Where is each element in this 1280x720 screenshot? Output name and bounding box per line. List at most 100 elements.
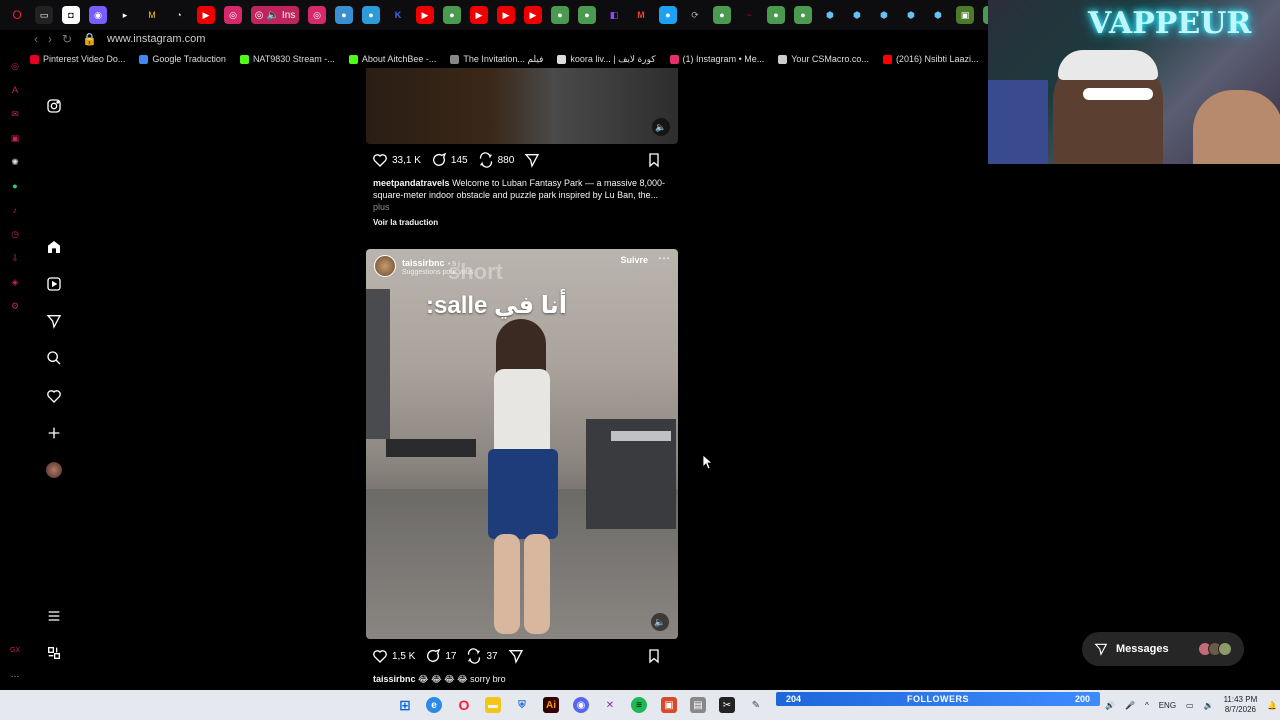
tab-google-2[interactable]: ● [551,6,569,24]
file-explorer-icon[interactable]: ▬ [485,697,501,713]
tab-youtube-3-icon[interactable]: ▶ [470,6,488,24]
tab-youtube-2-icon[interactable]: ▶ [416,6,434,24]
defender-icon[interactable]: ⛨ [514,697,530,713]
tab-steam-4-icon[interactable]: ⬢ [902,6,920,24]
music-icon[interactable]: ♪ [9,204,21,216]
mute-icon[interactable]: 🔈 [652,118,670,136]
spotify-icon[interactable]: ≡ [631,697,647,713]
tab-9[interactable]: ⟳ [686,6,704,24]
bookmark-item[interactable]: Your CSMacro.co... [778,54,869,64]
reload-icon[interactable]: ↻ [62,32,72,46]
url-field[interactable]: www.instagram.com [107,33,205,45]
tab-youtube-4-icon[interactable]: ▶ [497,6,515,24]
tab-google-4[interactable]: ● [713,6,731,24]
tab-steam-3-icon[interactable]: ⬢ [875,6,893,24]
opera-taskbar-icon[interactable]: O [456,697,472,713]
menu-icon[interactable] [38,604,70,628]
bookmark-item[interactable]: NAT9830 Stream -... [239,54,335,64]
send-icon[interactable] [38,309,70,333]
comment-button[interactable]: 145 [431,152,468,168]
more-side-icon[interactable]: … [9,668,21,680]
tab-4[interactable]: ▸ [116,6,134,24]
tab-instagram-active[interactable]: ◎ 🔈 Ins [251,6,299,24]
tab-youtube-5-icon[interactable]: ▶ [524,6,542,24]
tab-3[interactable]: ◉ [89,6,107,24]
tab-6[interactable]: ◔ [170,6,188,24]
snipping-icon[interactable]: ✎ [748,697,764,713]
history-icon[interactable]: ◷ [9,228,21,240]
follow-button[interactable]: Suivre [620,255,648,265]
instagram-side-icon[interactable]: ▣ [9,132,21,144]
bookmark-item[interactable]: Pinterest Video Do... [30,54,125,64]
repost-button[interactable]: 880 [478,152,514,168]
tab-steam-2-icon[interactable]: ⬢ [848,6,866,24]
tab-google-3[interactable]: ● [578,6,596,24]
tab-11[interactable]: ▣ [956,6,974,24]
illustrator-icon[interactable]: Ai [543,697,559,713]
clock[interactable]: 11:43 PM 8/7/2026 [1224,695,1258,715]
network-icon[interactable]: ▭ [1186,701,1194,710]
extensions-icon[interactable]: ◈ [9,276,21,288]
bookmark-item[interactable]: The Invitation... فيلم [450,54,543,65]
whatsapp-icon[interactable]: ● [9,180,21,192]
share-button[interactable] [508,648,524,664]
messages-button[interactable]: Messages [1082,632,1244,666]
tab-steam-1-icon[interactable]: ⬢ [821,6,839,24]
downloads-icon[interactable]: ⇩ [9,252,21,264]
tab-google-6[interactable]: ● [794,6,812,24]
capcut-icon[interactable]: ✂ [719,697,735,713]
aria-icon[interactable]: A [9,84,21,96]
comment-button[interactable]: 17 [425,648,456,664]
windows-start-icon[interactable]: ⊞ [397,697,413,713]
tab-google-5[interactable]: ● [767,6,785,24]
volume-icon[interactable]: 🔊 [1105,701,1115,710]
save-button[interactable] [646,648,662,664]
like-button[interactable]: 33,1 K [372,152,421,168]
like-button[interactable]: 1,5 K [372,648,415,664]
bookmark-item[interactable]: (1) Instagram • Me... [669,54,764,64]
speaker-icon[interactable]: 🔉 [1204,701,1214,710]
gx-icon[interactable]: GX [9,644,21,656]
tab-2[interactable]: ◘ [62,6,80,24]
tab-google-1[interactable]: ● [443,6,461,24]
search-icon[interactable] [38,346,70,370]
author-username[interactable]: taissirbnc [402,258,445,268]
caption-username[interactable]: meetpandatravels [373,178,450,188]
language-indicator[interactable]: ENG [1159,701,1176,710]
bookmark-item[interactable]: Google Traduction [139,54,226,64]
messenger-icon[interactable]: ✉ [9,108,21,120]
mute-icon[interactable]: 🔈 [651,613,669,631]
tab-chrome-1[interactable]: ● [335,6,353,24]
app-x-icon[interactable]: ✕ [602,697,618,713]
post-1-video[interactable]: 🔈 [366,68,678,144]
tab-k[interactable]: K [389,6,407,24]
discord-icon[interactable]: ◉ [573,697,589,713]
home-icon[interactable] [38,235,70,259]
share-button[interactable] [524,152,540,168]
mic-icon[interactable]: 🎤 [1125,701,1135,710]
tab-10[interactable]: ~ [740,6,758,24]
tab-8[interactable]: ● [659,6,677,24]
chatgpt-icon[interactable]: ✺ [9,156,21,168]
post-2-video[interactable]: short :salle أنا في taissirbnc • 5 j Sug… [366,249,678,639]
bookmark-item[interactable]: koora liv... | كورة لايف [557,54,656,65]
create-icon[interactable] [38,421,70,445]
profile-avatar[interactable] [38,458,70,482]
reels-icon[interactable] [38,272,70,296]
more-options-icon[interactable]: ⋯ [658,251,670,265]
notification-icon[interactable]: 🔔 [1267,701,1277,710]
forward-icon[interactable]: › [48,32,52,46]
opera-menu-icon[interactable]: O [8,6,26,24]
tab-steam-5-icon[interactable]: ⬢ [929,6,947,24]
tray-chevron-icon[interactable]: ^ [1145,701,1149,710]
bookmark-item[interactable]: About AitchBee -... [348,54,436,64]
tab-twitch-icon[interactable]: ◧ [605,6,623,24]
tab-youtube-icon[interactable]: ▶ [197,6,215,24]
more-link[interactable]: plus [373,201,673,213]
tab-instagram-2-icon[interactable]: ◎ [308,6,326,24]
tab-1[interactable]: ▭ [35,6,53,24]
edge-icon[interactable]: e [426,697,442,713]
app-gray-icon[interactable]: ▤ [690,697,706,713]
apps-icon[interactable] [38,641,70,665]
settings-icon[interactable]: ⚙ [9,300,21,312]
